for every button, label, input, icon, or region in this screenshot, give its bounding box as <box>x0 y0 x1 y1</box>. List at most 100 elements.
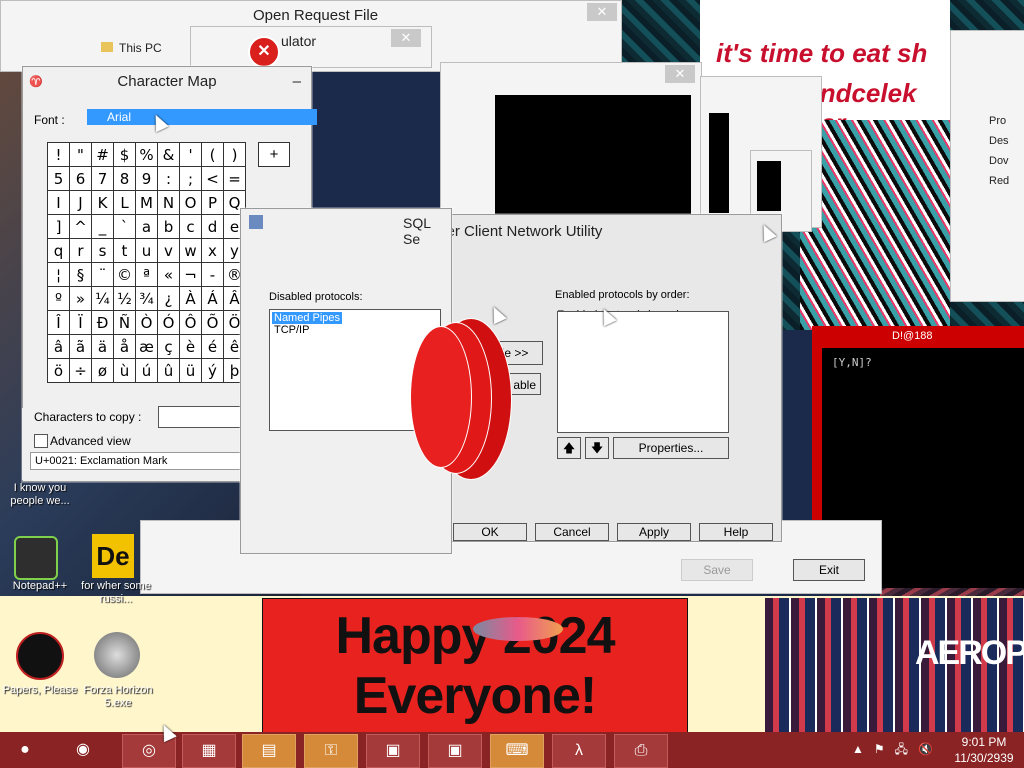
char-cell[interactable]: N <box>157 190 180 215</box>
char-cell[interactable]: : <box>157 166 180 191</box>
show-hidden-icon[interactable]: ▲ <box>852 742 874 756</box>
char-cell[interactable]: P <box>201 190 224 215</box>
char-cell[interactable]: æ <box>135 334 158 359</box>
char-cell[interactable]: À <box>179 286 202 311</box>
window-app-icon[interactable]: ▣ <box>428 734 482 768</box>
char-cell[interactable]: b <box>157 214 180 239</box>
window-app-icon[interactable]: ▣ <box>366 734 420 768</box>
char-cell[interactable]: x <box>201 238 224 263</box>
side-panel-item[interactable]: Red <box>989 171 1009 191</box>
char-cell[interactable]: ÷ <box>69 358 92 383</box>
close-icon[interactable]: ✕ <box>391 29 421 47</box>
save-button[interactable]: Save <box>681 559 753 581</box>
char-cell[interactable]: w <box>179 238 202 263</box>
close-icon[interactable]: ✕ <box>665 65 695 83</box>
char-cell[interactable]: d <box>201 214 224 239</box>
char-cell[interactable]: Á <box>201 286 224 311</box>
char-cell[interactable]: ã <box>69 334 92 359</box>
desktop-icon-label[interactable]: Notepad++ <box>0 580 80 593</box>
char-cell[interactable]: < <box>201 166 224 191</box>
char-cell[interactable]: ; <box>179 166 202 191</box>
char-cell[interactable]: O <box>179 190 202 215</box>
char-cell[interactable]: " <box>69 142 92 167</box>
volume-muted-icon[interactable]: 🔇 <box>918 742 943 756</box>
char-cell[interactable]: ¨ <box>91 262 114 287</box>
character-map-titlebar[interactable]: Character Map – ♈ <box>23 67 311 97</box>
papers-please-icon[interactable] <box>16 632 64 680</box>
char-cell[interactable]: K <box>91 190 114 215</box>
char-cell[interactable]: ý <box>201 358 224 383</box>
char-cell[interactable]: ç <box>157 334 180 359</box>
move-up-button[interactable]: 🡅 <box>557 437 581 459</box>
char-cell[interactable]: Î <box>47 310 70 335</box>
document-de-icon[interactable]: De <box>92 534 134 578</box>
char-cell[interactable]: ª <box>135 262 158 287</box>
char-cell[interactable]: _ <box>91 214 114 239</box>
char-cell[interactable]: ü <box>179 358 202 383</box>
char-cell[interactable]: ¾ <box>135 286 158 311</box>
char-cell[interactable]: u <box>135 238 158 263</box>
lambda-icon[interactable]: λ <box>552 734 606 768</box>
char-cell[interactable]: a <box>135 214 158 239</box>
help-button[interactable]: Help <box>699 523 773 541</box>
side-panel-item[interactable]: Dov <box>989 151 1009 171</box>
char-cell[interactable]: Ô <box>179 310 202 335</box>
char-cell[interactable]: v <box>157 238 180 263</box>
char-cell[interactable]: Ó <box>157 310 180 335</box>
char-cell[interactable]: ^ <box>69 214 92 239</box>
char-cell[interactable]: 9 <box>135 166 158 191</box>
char-cell[interactable]: é <box>201 334 224 359</box>
char-cell[interactable]: ! <box>47 142 70 167</box>
apply-button[interactable]: Apply <box>617 523 691 541</box>
char-cell[interactable]: § <box>69 262 92 287</box>
char-cell[interactable]: ¦ <box>47 262 70 287</box>
char-cell[interactable]: ù <box>113 358 136 383</box>
close-icon[interactable]: ✕ <box>587 3 617 21</box>
firefox-icon[interactable]: ◉ <box>62 734 104 766</box>
desktop-icon-label[interactable]: for wher some russi... <box>78 580 154 606</box>
exit-button[interactable]: Exit <box>793 559 865 581</box>
char-cell[interactable]: # <box>91 142 114 167</box>
char-cell[interactable]: M <box>135 190 158 215</box>
char-cell[interactable]: ½ <box>113 286 136 311</box>
char-cell[interactable]: ' <box>179 142 202 167</box>
char-cell[interactable]: - <box>201 262 224 287</box>
char-cell[interactable]: I <box>47 190 70 215</box>
char-cell[interactable]: º <box>47 286 70 311</box>
char-cell[interactable]: â <box>47 334 70 359</box>
char-cell[interactable]: t <box>113 238 136 263</box>
calculator-icon[interactable]: ▤ <box>242 734 296 768</box>
char-cell[interactable]: J <box>69 190 92 215</box>
computer-icon[interactable]: ⌨ <box>490 734 544 768</box>
desktop-icon-label[interactable]: Forza Horizon 5.exe <box>80 684 156 710</box>
char-cell[interactable]: Õ <box>201 310 224 335</box>
char-cell[interactable]: ø <box>91 358 114 383</box>
char-cell[interactable]: 8 <box>113 166 136 191</box>
char-cell[interactable]: « <box>157 262 180 287</box>
char-cell[interactable]: c <box>179 214 202 239</box>
properties-button[interactable]: Properties... <box>613 437 729 459</box>
char-cell[interactable]: r <box>69 238 92 263</box>
minimize-button[interactable]: – <box>293 67 301 97</box>
christmas-ball-icon[interactable]: ● <box>4 734 46 766</box>
char-cell[interactable]: Ï <box>69 310 92 335</box>
calculator-window[interactable]: ulator ✕ <box>190 26 432 68</box>
char-cell[interactable]: q <box>47 238 70 263</box>
char-cell[interactable]: ú <box>135 358 158 383</box>
char-cell[interactable]: & <box>157 142 180 167</box>
char-cell[interactable]: 5 <box>47 166 70 191</box>
enabled-protocols-list[interactable] <box>557 311 729 433</box>
char-cell[interactable]: + <box>258 142 290 167</box>
char-cell[interactable]: © <box>113 262 136 287</box>
char-cell[interactable]: ¼ <box>91 286 114 311</box>
notepad-plus-icon[interactable] <box>14 536 58 580</box>
system-tray[interactable]: ▲⚑🖧🔇 <box>852 740 943 761</box>
desktop-icon-label[interactable]: Papers, Please <box>0 684 80 697</box>
ok-button[interactable]: OK <box>453 523 527 541</box>
clock[interactable]: 9:01 PM 11/30/2939 <box>954 734 1014 766</box>
list-item[interactable]: Named Pipes <box>272 312 343 324</box>
char-cell[interactable]: ) <box>223 142 246 167</box>
char-cell[interactable]: Ð <box>91 310 114 335</box>
char-cell[interactable]: = <box>223 166 246 191</box>
char-cell[interactable]: ö <box>47 358 70 383</box>
